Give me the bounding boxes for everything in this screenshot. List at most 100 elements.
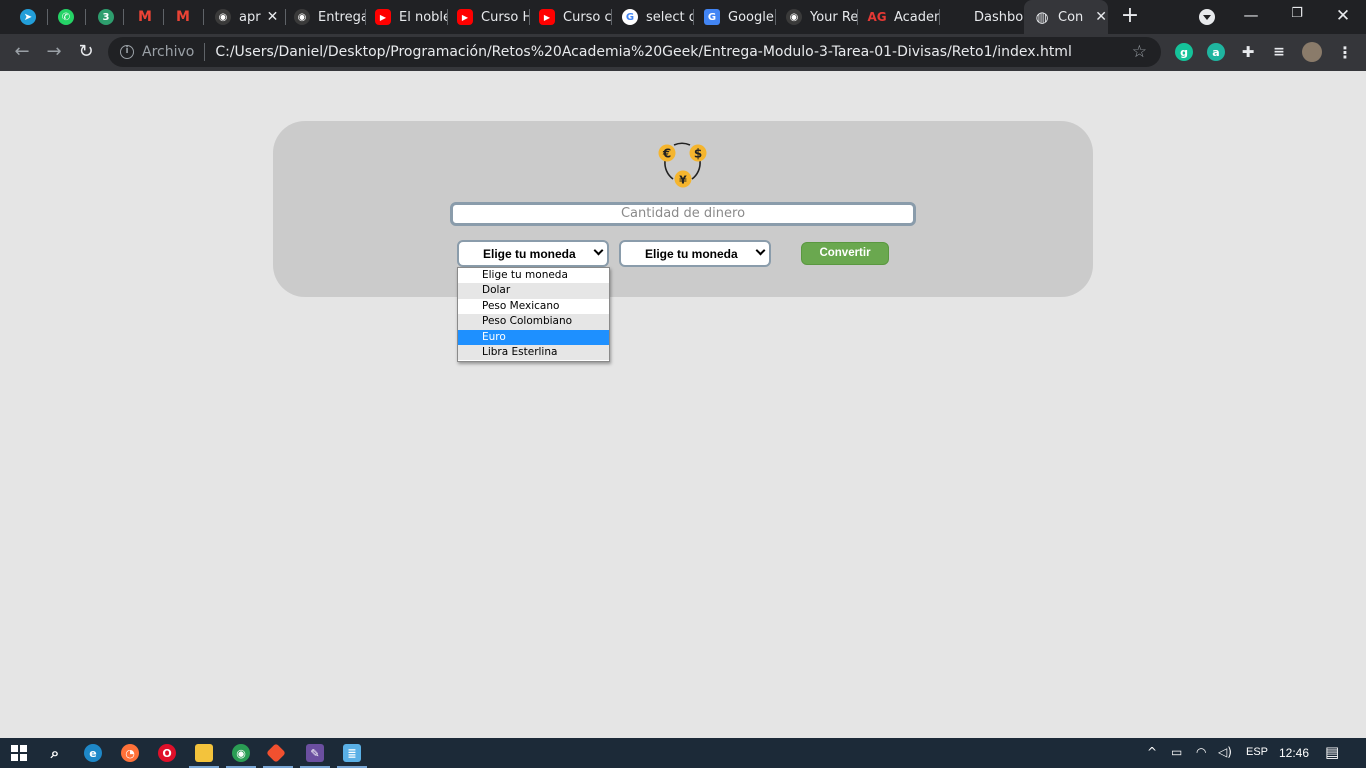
tab-telegram[interactable]: ➤ — [10, 0, 48, 34]
restore-icon[interactable]: ❐ — [1287, 6, 1307, 21]
option-dolar[interactable]: Dolar — [458, 283, 609, 299]
github-icon: ◉ — [294, 9, 310, 25]
tab-youtube-curso-h[interactable]: ▶ Curso H — [448, 0, 530, 34]
telegram-icon: ➤ — [20, 9, 36, 25]
tab-gmail-1[interactable]: M — [124, 0, 164, 34]
windows-taskbar: ⌕ e ◔ O ◉ ✎ ≣ ^ ▭ ◠ ◁) ESP 12:46 ▤ — [0, 738, 1366, 768]
volume-icon[interactable]: ◁) — [1218, 745, 1232, 759]
address-bar[interactable]: i Archivo C:/Users/Daniel/Desktop/Progra… — [108, 37, 1161, 67]
tab-title: Con — [1058, 9, 1084, 25]
option-elige-tu-moneda[interactable]: Elige tu moneda — [458, 268, 609, 283]
page-body: € $ ¥ Cantidad de dinero Elige tu moneda… — [0, 71, 1366, 738]
notepad-icon[interactable]: ≣ — [343, 744, 361, 762]
youtube-icon: ▶ — [457, 9, 473, 25]
github-icon: ◉ — [786, 9, 802, 25]
new-tab-button[interactable]: + — [1118, 5, 1142, 29]
globe-icon: ◍ — [1035, 8, 1049, 26]
tab-youtube-curso-c[interactable]: ▶ Curso c — [530, 0, 612, 34]
to-currency-value: Elige tu moneda — [645, 246, 738, 261]
tab-youtube-el-noble[interactable]: ▶ El noble — [366, 0, 448, 34]
converter-card: € $ ¥ Cantidad de dinero Elige tu moneda… — [273, 121, 1093, 297]
to-currency-select[interactable]: Elige tu moneda — [619, 240, 771, 267]
tab-dashboard[interactable]: Dashbo — [940, 0, 1024, 34]
browser-tab-strip: ➤ ✆ 3 M M ◉ apr ✕ ◉ Entrega ▶ El noble ▶… — [0, 0, 1366, 34]
divider — [204, 43, 206, 61]
tab-title: Curso c — [563, 9, 612, 25]
tab-search-icon[interactable] — [1199, 9, 1215, 25]
extensions-puzzle-icon[interactable]: ✚ — [1239, 43, 1257, 61]
badge-3-icon: 3 — [98, 9, 114, 25]
tab-gmail-2[interactable]: M — [164, 0, 204, 34]
whatsapp-icon: ✆ — [58, 9, 74, 25]
search-icon[interactable]: ⌕ — [46, 744, 64, 762]
tab-academia-geek[interactable]: AG Academ — [858, 0, 940, 34]
gmail-icon: M — [138, 9, 152, 25]
google-icon: G — [622, 9, 638, 25]
tab-converter-active[interactable]: ◍ Con ✕ — [1024, 0, 1108, 34]
security-chip[interactable]: Archivo — [142, 44, 194, 60]
windows-start-icon[interactable] — [10, 744, 28, 762]
convert-button[interactable]: Convertir — [801, 242, 889, 265]
language-indicator[interactable]: ESP — [1246, 746, 1268, 758]
tab-github-your-re[interactable]: ◉ Your Re — [776, 0, 858, 34]
chrome-icon[interactable]: ◉ — [232, 744, 250, 762]
bookmark-star-icon[interactable]: ☆ — [1132, 42, 1147, 62]
menu-kebab-icon[interactable]: ⋮ — [1336, 43, 1354, 62]
from-currency-value: Elige tu moneda — [483, 246, 576, 261]
battery-icon[interactable]: ▭ — [1171, 745, 1182, 759]
tab-title: apr — [239, 9, 261, 25]
url-text[interactable]: C:/Users/Daniel/Desktop/Programación/Ret… — [215, 44, 1072, 60]
close-tab-icon[interactable]: ✕ — [267, 9, 279, 25]
tab-title: El noble — [399, 9, 448, 25]
info-icon[interactable]: i — [120, 45, 134, 59]
tab-title: Dashbo — [974, 9, 1024, 25]
gmail-icon: M — [176, 9, 190, 25]
clock[interactable]: 12:46 — [1279, 746, 1309, 760]
currency-exchange-logo: € $ ¥ — [658, 142, 707, 188]
tray-chevron-up-icon[interactable]: ^ — [1147, 745, 1157, 759]
chevron-down-icon — [593, 245, 604, 256]
git-icon[interactable] — [266, 743, 286, 763]
tab-title: Google — [728, 9, 774, 25]
browser-toolbar: ← → ↻ i Archivo C:/Users/Daniel/Desktop/… — [0, 34, 1366, 71]
tab-title: Curso H — [481, 9, 530, 25]
extension-a-icon[interactable]: a — [1207, 43, 1225, 61]
tab-whatsapp[interactable]: ✆ — [48, 0, 86, 34]
media-control-icon[interactable]: ≡ — [1270, 43, 1288, 61]
svg-text:€: € — [662, 147, 671, 161]
academia-geek-icon: AG — [867, 10, 887, 24]
amount-input[interactable]: Cantidad de dinero — [450, 202, 916, 226]
github-icon: ◉ — [215, 9, 231, 25]
minimize-icon[interactable]: — — [1241, 6, 1261, 24]
file-explorer-icon[interactable] — [195, 744, 213, 762]
grammarly-icon[interactable]: g — [1175, 43, 1193, 61]
option-peso-colombiano[interactable]: Peso Colombiano — [458, 314, 609, 330]
edge-icon[interactable]: e — [84, 744, 102, 762]
option-euro[interactable]: Euro — [458, 329, 609, 345]
opera-icon[interactable]: O — [158, 744, 176, 762]
youtube-icon: ▶ — [375, 9, 391, 25]
notification-center-icon[interactable]: ▤ — [1325, 743, 1339, 761]
close-tab-icon[interactable]: ✕ — [1095, 9, 1107, 25]
from-currency-select[interactable]: Elige tu moneda — [457, 240, 609, 267]
google-translate-icon: G — [704, 9, 720, 25]
reload-icon[interactable]: ↻ — [75, 42, 97, 64]
close-window-icon[interactable]: ✕ — [1333, 6, 1353, 26]
option-libra-esterlina[interactable]: Libra Esterlina — [458, 344, 609, 361]
forward-icon[interactable]: → — [43, 42, 65, 64]
tab-badge-3[interactable]: 3 — [86, 0, 124, 34]
wifi-icon[interactable]: ◠ — [1196, 745, 1206, 759]
tab-github-entrega[interactable]: ◉ Entrega — [286, 0, 366, 34]
option-peso-mexicano[interactable]: Peso Mexicano — [458, 299, 609, 314]
profile-avatar[interactable] — [1302, 42, 1322, 62]
youtube-icon: ▶ — [539, 9, 555, 25]
tab-github-apr[interactable]: ◉ apr ✕ — [204, 0, 286, 34]
back-icon[interactable]: ← — [11, 42, 33, 64]
tab-google-translate[interactable]: G Google — [694, 0, 776, 34]
tab-title: select d — [646, 9, 694, 25]
firefox-icon[interactable]: ◔ — [121, 744, 139, 762]
tab-google-select[interactable]: G select d — [612, 0, 694, 34]
tab-title: Entrega — [318, 9, 366, 25]
currency-dropdown-list: Elige tu moneda Dolar Peso Mexicano Peso… — [457, 267, 610, 362]
paint-icon[interactable]: ✎ — [306, 744, 324, 762]
